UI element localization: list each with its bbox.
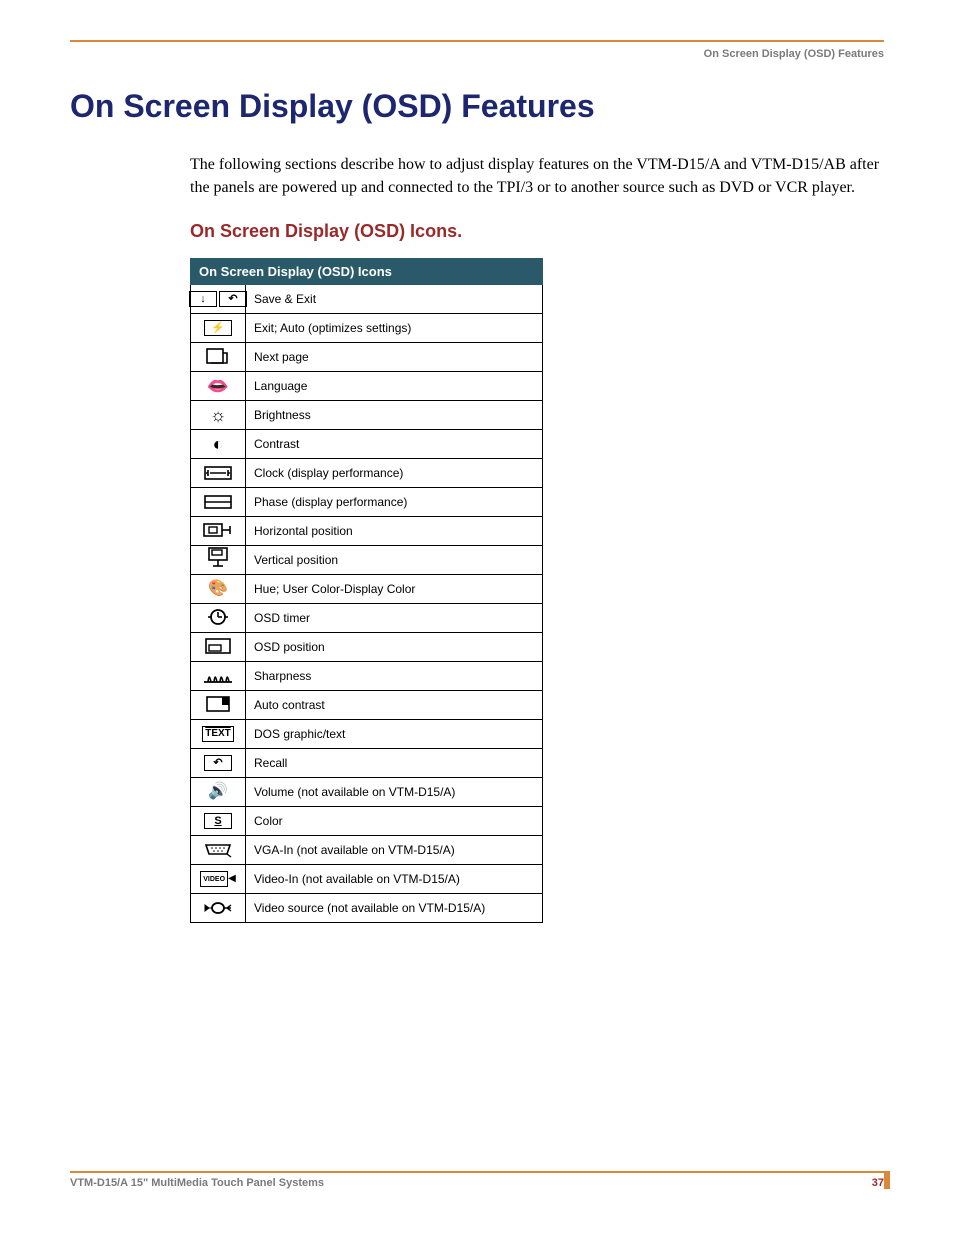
table-row: Phase (display performance) bbox=[191, 488, 543, 517]
dos-text-icon: TEXT bbox=[201, 724, 235, 744]
video-in-icon: VIDEO◀ bbox=[201, 869, 235, 889]
table-row: S Color bbox=[191, 807, 543, 836]
table-row: OSD timer bbox=[191, 604, 543, 633]
table-row: Horizontal position bbox=[191, 517, 543, 546]
brightness-icon: ☼ bbox=[201, 405, 235, 425]
icon-desc: Exit; Auto (optimizes settings) bbox=[246, 314, 543, 343]
table-row: OSD position bbox=[191, 633, 543, 662]
table-row: TEXT DOS graphic/text bbox=[191, 720, 543, 749]
icon-desc: OSD position bbox=[246, 633, 543, 662]
vga-in-icon bbox=[201, 840, 235, 860]
icon-desc: Sharpness bbox=[246, 662, 543, 691]
clock-icon bbox=[201, 463, 235, 483]
table-row: 🔊 Volume (not available on VTM-D15/A) bbox=[191, 778, 543, 807]
icon-desc: Auto contrast bbox=[246, 691, 543, 720]
icon-desc: VGA-In (not available on VTM-D15/A) bbox=[246, 836, 543, 865]
table-row: Next page bbox=[191, 343, 543, 372]
icon-desc: Save & Exit bbox=[246, 285, 543, 314]
page-title: On Screen Display (OSD) Features bbox=[70, 88, 884, 125]
icon-desc: Hue; User Color-Display Color bbox=[246, 575, 543, 604]
sharpness-icon bbox=[201, 666, 235, 686]
volume-icon: 🔊 bbox=[201, 782, 235, 802]
table-row: 👄 Language bbox=[191, 372, 543, 401]
intro-paragraph: The following sections describe how to a… bbox=[190, 153, 884, 199]
icon-desc: Contrast bbox=[246, 430, 543, 459]
table-row: ☼ Brightness bbox=[191, 401, 543, 430]
next-page-icon bbox=[201, 346, 235, 366]
exit-auto-icon: ⚡ bbox=[201, 318, 235, 338]
icon-desc: OSD timer bbox=[246, 604, 543, 633]
horizontal-position-icon bbox=[201, 520, 235, 540]
auto-contrast-icon bbox=[201, 694, 235, 714]
icon-desc: Phase (display performance) bbox=[246, 488, 543, 517]
save-exit-icon: ↓↶ bbox=[201, 289, 235, 309]
table-row: Clock (display performance) bbox=[191, 459, 543, 488]
table-row: Vertical position bbox=[191, 546, 543, 575]
table-row: ↶ Recall bbox=[191, 749, 543, 778]
osd-timer-icon bbox=[201, 607, 235, 627]
icon-desc: Recall bbox=[246, 749, 543, 778]
page-number: 37 bbox=[872, 1177, 884, 1189]
icon-desc: DOS graphic/text bbox=[246, 720, 543, 749]
table-header: On Screen Display (OSD) Icons bbox=[191, 259, 543, 285]
table-row: Video source (not available on VTM-D15/A… bbox=[191, 894, 543, 923]
table-row: ⚡ Exit; Auto (optimizes settings) bbox=[191, 314, 543, 343]
icon-desc: Horizontal position bbox=[246, 517, 543, 546]
table-row: 🎨 Hue; User Color-Display Color bbox=[191, 575, 543, 604]
icon-desc: Color bbox=[246, 807, 543, 836]
language-icon: 👄 bbox=[201, 376, 235, 396]
table-row: ◐ Contrast bbox=[191, 430, 543, 459]
video-source-icon bbox=[201, 898, 235, 918]
table-row: Auto contrast bbox=[191, 691, 543, 720]
footer-left: VTM-D15/A 15" MultiMedia Touch Panel Sys… bbox=[70, 1177, 324, 1189]
section-subtitle: On Screen Display (OSD) Icons. bbox=[190, 221, 884, 242]
table-row: Sharpness bbox=[191, 662, 543, 691]
icon-desc: Vertical position bbox=[246, 546, 543, 575]
recall-icon: ↶ bbox=[201, 753, 235, 773]
icon-desc: Volume (not available on VTM-D15/A) bbox=[246, 778, 543, 807]
page-footer: VTM-D15/A 15" MultiMedia Touch Panel Sys… bbox=[70, 1171, 884, 1189]
hue-icon: 🎨 bbox=[201, 579, 235, 599]
icon-desc: Video-In (not available on VTM-D15/A) bbox=[246, 865, 543, 894]
icon-desc: Next page bbox=[246, 343, 543, 372]
icon-desc: Clock (display performance) bbox=[246, 459, 543, 488]
table-row: VIDEO◀ Video-In (not available on VTM-D1… bbox=[191, 865, 543, 894]
osd-position-icon bbox=[201, 636, 235, 656]
osd-icons-table: On Screen Display (OSD) Icons ↓↶ Save & … bbox=[190, 258, 543, 923]
table-row: VGA-In (not available on VTM-D15/A) bbox=[191, 836, 543, 865]
icon-desc: Brightness bbox=[246, 401, 543, 430]
vertical-position-icon bbox=[201, 548, 235, 568]
footer-accent-bar bbox=[884, 1171, 890, 1189]
header-label: On Screen Display (OSD) Features bbox=[70, 48, 884, 60]
color-icon: S bbox=[201, 811, 235, 831]
table-row: ↓↶ Save & Exit bbox=[191, 285, 543, 314]
phase-icon bbox=[201, 492, 235, 512]
icon-desc: Language bbox=[246, 372, 543, 401]
icon-desc: Video source (not available on VTM-D15/A… bbox=[246, 894, 543, 923]
contrast-icon: ◐ bbox=[201, 434, 235, 454]
